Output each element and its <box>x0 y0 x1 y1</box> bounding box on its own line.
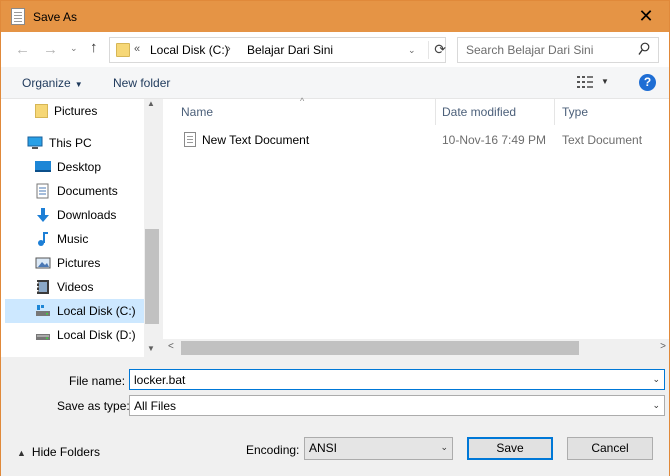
sidebar-item-documents[interactable]: Documents <box>35 179 144 203</box>
search-input[interactable]: Search Belajar Dari Sini <box>457 37 659 63</box>
back-button[interactable]: ← <box>15 41 30 58</box>
folder-icon <box>116 43 130 57</box>
sort-ascending-icon: ^ <box>300 96 305 106</box>
computer-icon <box>27 136 43 149</box>
sidebar-item-local-disk-d[interactable]: Local Disk (D:) <box>35 323 144 347</box>
column-header-date-modified[interactable]: Date modified <box>442 99 516 125</box>
recent-locations-button[interactable]: ⌄ <box>70 43 78 54</box>
scroll-left-icon[interactable]: < <box>168 341 174 352</box>
title-bar[interactable]: Save As ✕ <box>1 1 669 32</box>
hide-folders-label: Hide Folders <box>31 445 100 459</box>
save-form: File name: locker.bat ⌄ Save as type: Al… <box>1 359 669 476</box>
breadcrumb-local-disk-c[interactable]: Local Disk (C:) <box>150 43 229 57</box>
sidebar-item-downloads[interactable]: Downloads <box>35 203 144 227</box>
help-icon[interactable]: ? <box>639 74 656 91</box>
file-type-cell: Text Document <box>562 133 643 147</box>
encoding-label: Encoding: <box>246 443 300 457</box>
drive-icon <box>36 305 50 316</box>
new-folder-button[interactable]: New folder <box>113 76 170 90</box>
sidebar-item-label: This PC <box>49 136 92 150</box>
up-button[interactable]: ↑ <box>90 39 98 56</box>
table-row[interactable]: New Text Document 10-Nov-16 7:49 PM Text… <box>163 129 669 151</box>
navigation-pane: Pictures This PC Desktop Documents Downl… <box>1 99 160 357</box>
encoding-value: ANSI <box>309 441 338 455</box>
downloads-icon <box>37 208 49 222</box>
file-name-field[interactable]: locker.bat ⌄ <box>129 369 665 390</box>
sidebar-item-label: Downloads <box>57 208 117 222</box>
view-dropdown-button[interactable]: ▼ <box>601 77 609 86</box>
desktop-icon <box>35 161 51 172</box>
sidebar-item-videos[interactable]: Videos <box>35 275 144 299</box>
music-icon <box>38 232 48 246</box>
breadcrumb-separator[interactable]: › <box>227 43 231 55</box>
view-options-icon[interactable] <box>577 75 593 89</box>
folder-icon <box>35 104 48 118</box>
address-row: ← → ⌄ ↑ « Local Disk (C:) › Belajar Dari… <box>1 32 669 67</box>
close-button[interactable]: ✕ <box>623 1 669 32</box>
chevron-down-icon[interactable]: ⌄ <box>652 374 660 385</box>
address-bar[interactable]: « Local Disk (C:) › Belajar Dari Sini ⌄ … <box>109 37 446 63</box>
drive-icon <box>36 334 50 340</box>
sidebar-item-label: Music <box>57 232 89 246</box>
save-as-type-value: All Files <box>134 399 177 413</box>
horizontal-scrollbar[interactable]: < > <box>163 339 669 357</box>
scroll-up-icon[interactable]: ▲ <box>147 99 155 108</box>
pictures-icon <box>35 257 51 269</box>
breadcrumb-belajar-dari-sini[interactable]: Belajar Dari Sini <box>247 43 333 57</box>
sidebar-item-label: Videos <box>57 280 94 294</box>
notepad-icon <box>11 8 25 25</box>
sidebar-item-label: Pictures <box>54 104 98 118</box>
save-as-type-label: Save as type: <box>57 399 130 413</box>
sidebar-item-music[interactable]: Music <box>35 227 144 251</box>
scroll-down-icon[interactable]: ▼ <box>147 344 155 353</box>
file-date-cell: 10-Nov-16 7:49 PM <box>442 133 547 147</box>
save-as-type-select[interactable]: All Files ⌄ <box>129 395 665 416</box>
refresh-button[interactable]: ⟳ <box>428 41 446 59</box>
command-bar: Organize ▼ New folder ▼ ? <box>1 67 669 99</box>
column-divider[interactable] <box>435 99 436 125</box>
sidebar-item-label: Pictures <box>57 256 101 270</box>
cancel-button[interactable]: Cancel <box>567 437 653 460</box>
text-file-icon <box>184 132 196 147</box>
search-placeholder: Search Belajar Dari Sini <box>466 43 594 57</box>
sidebar-item-label: Desktop <box>57 160 102 174</box>
organize-button[interactable]: Organize ▼ <box>22 76 83 90</box>
address-dropdown-button[interactable]: ⌄ <box>408 45 416 56</box>
scrollbar-thumb[interactable] <box>145 229 159 324</box>
forward-button[interactable]: → <box>43 41 58 58</box>
sidebar-item-pictures-quick[interactable]: Pictures <box>35 99 144 123</box>
chevron-down-icon: ⌄ <box>440 442 448 452</box>
chevron-down-icon: ▼ <box>74 80 83 89</box>
window-title: Save As <box>33 10 78 24</box>
file-list: ^ Name Date modified Type New Text Docum… <box>163 96 669 357</box>
close-icon: ✕ <box>638 6 654 26</box>
sidebar-item-this-pc[interactable]: This PC <box>27 131 144 155</box>
column-header-type[interactable]: Type <box>562 99 588 125</box>
scrollbar-thumb[interactable] <box>181 341 579 355</box>
file-name-label: File name: <box>69 374 126 388</box>
videos-icon <box>37 280 49 294</box>
organize-label: Organize <box>22 76 71 90</box>
sidebar-item-local-disk-c[interactable]: Local Disk (C:) <box>5 299 144 323</box>
sidebar-item-label: Local Disk (D:) <box>57 328 136 342</box>
chevron-down-icon: ⌄ <box>652 400 660 410</box>
hide-folders-button[interactable]: ▲ Hide Folders <box>17 445 100 459</box>
save-as-dialog: Save As ✕ ← → ⌄ ↑ « Local Disk (C:) › Be… <box>0 0 670 476</box>
save-button[interactable]: Save <box>467 437 553 460</box>
sidebar-item-desktop[interactable]: Desktop <box>35 155 144 179</box>
file-name-value: locker.bat <box>134 373 186 387</box>
file-name-cell: New Text Document <box>202 133 310 147</box>
documents-icon <box>36 183 49 199</box>
sidebar-item-label: Local Disk (C:) <box>57 304 136 318</box>
column-header-name[interactable]: Name <box>181 99 213 125</box>
scroll-right-icon[interactable]: > <box>660 341 666 352</box>
chevron-up-icon: ▲ <box>17 448 26 458</box>
sidebar-scrollbar[interactable]: ▲ ▼ <box>144 99 160 357</box>
encoding-select[interactable]: ANSI ⌄ <box>304 437 453 460</box>
sidebar-item-label: Documents <box>57 184 118 198</box>
search-icon[interactable] <box>638 42 650 56</box>
breadcrumb-overflow[interactable]: « <box>134 43 140 55</box>
column-divider[interactable] <box>554 99 555 125</box>
sidebar-item-pictures[interactable]: Pictures <box>35 251 144 275</box>
